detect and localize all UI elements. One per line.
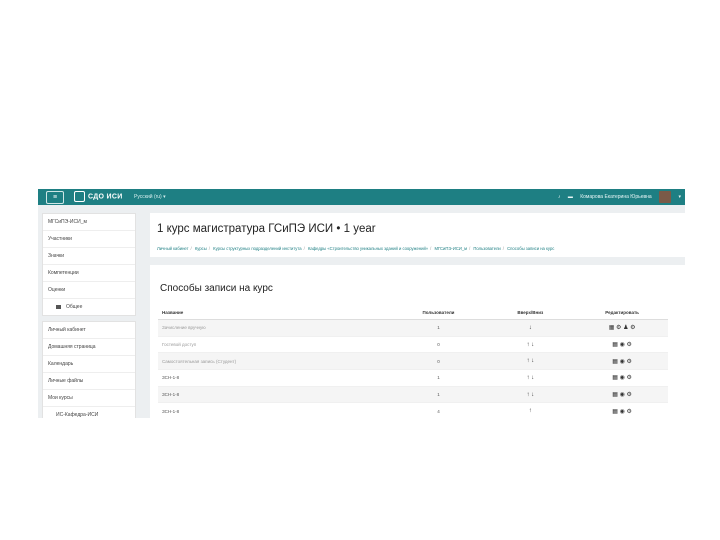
hamburger-icon[interactable]: ≡ — [46, 191, 64, 204]
sidebar: МГСиПЭ-ИСИ_м Участники Значки Компетенци… — [42, 213, 136, 418]
method-name: ЗСН-1-8 — [158, 369, 393, 387]
user-count: 1 — [392, 319, 485, 337]
user-count: 4 — [392, 402, 485, 418]
column-header-name: Название — [158, 305, 393, 320]
edit-actions-icons[interactable]: ▦ ◉ ⚙ — [576, 402, 668, 418]
folder-icon — [56, 304, 61, 309]
breadcrumb-item[interactable]: Способы записи на курс — [507, 246, 554, 251]
edit-actions-icons[interactable]: ▦ ◉ ⚙ — [576, 369, 668, 387]
bell-icon[interactable]: ♪ — [558, 194, 561, 200]
site-nav-block: Личный кабинет Домашняя страница Календа… — [42, 321, 136, 418]
table-row: Гостевой доступ 0 ↑ ↓ ▦ ◉ ⚙ — [158, 336, 668, 354]
method-name: Зачисление вручную — [158, 319, 393, 337]
sidebar-item-calendar[interactable]: Календарь — [43, 356, 135, 373]
chat-icon[interactable]: ▬ — [568, 194, 573, 200]
moodle-screenshot: ≡ СДО ИСИ Русский (ru) ▾ ♪ ▬ Комарова Ек… — [38, 189, 685, 418]
page-header: 1 курс магистратура ГСиПЭ ИСИ • 1 year Л… — [150, 213, 685, 257]
section-title: Способы записи на курс — [160, 283, 273, 294]
sidebar-item-course[interactable]: МГСиПЭ-ИСИ_м — [43, 214, 135, 231]
sidebar-item-badges[interactable]: Значки — [43, 248, 135, 265]
sidebar-item-general[interactable]: Общее — [43, 299, 135, 315]
logo-icon — [74, 191, 85, 202]
sidebar-item-competencies[interactable]: Компетенции — [43, 265, 135, 282]
breadcrumb-item[interactable]: Личный кабинет — [157, 246, 189, 251]
move-arrows-icon[interactable]: ↓ — [484, 319, 577, 337]
table-row: Зачисление вручную 1 ↓ ▦ ⚙ ♟ ⚙ — [158, 319, 668, 337]
sidebar-item-my-courses[interactable]: Мои курсы — [43, 390, 135, 407]
column-header-edit: Редактировать — [576, 305, 668, 320]
table-header-row: Название Пользователи Вверх/Вниз Редакти… — [158, 305, 668, 320]
method-name: Самостоятельная запись (Студент) — [158, 352, 393, 371]
page-title: 1 курс магистратура ГСиПЭ ИСИ • 1 year — [157, 223, 376, 235]
breadcrumb-item[interactable]: Курсы структурных подразделений институт… — [213, 246, 301, 251]
chevron-down-icon[interactable]: ▾ — [678, 194, 681, 200]
top-navbar: ≡ СДО ИСИ Русский (ru) ▾ ♪ ▬ Комарова Ек… — [38, 189, 685, 205]
user-area: ♪ ▬ Комарова Екатерина Юрьевна ▾ — [552, 190, 681, 204]
sidebar-item-home[interactable]: Домашняя страница — [43, 339, 135, 356]
method-name: ЗСН-1-8 — [158, 386, 393, 404]
table-row: ЗСН-1-8 4 ↑ ▦ ◉ ⚙ — [158, 402, 668, 418]
move-arrows-icon[interactable]: ↑ ↓ — [484, 386, 577, 404]
edit-actions-icons[interactable]: ▦ ⚙ ♟ ⚙ — [576, 319, 668, 337]
table-row: ЗСН-1-8 1 ↑ ↓ ▦ ◉ ⚙ — [158, 369, 668, 387]
user-name[interactable]: Комарова Екатерина Юрьевна — [580, 194, 651, 200]
language-menu[interactable]: Русский (ru) ▾ — [134, 192, 166, 202]
user-count: 1 — [392, 369, 485, 387]
method-name: ЗСН-1-8 — [158, 402, 393, 418]
sidebar-item-label: Общее — [66, 304, 83, 310]
logo-text: СДО ИСИ — [88, 193, 123, 201]
site-logo[interactable]: СДО ИСИ — [74, 191, 123, 202]
breadcrumb-item[interactable]: Пользователи — [473, 246, 500, 251]
edit-actions-icons[interactable]: ▦ ◉ ⚙ — [576, 352, 668, 371]
avatar[interactable] — [659, 190, 672, 203]
breadcrumb-item[interactable]: Кафедры «Строительство уникальных зданий… — [308, 246, 428, 251]
sidebar-item-course-link[interactable]: ИС-Кафедра-ИСИ — [43, 407, 135, 418]
edit-actions-icons[interactable]: ▦ ◉ ⚙ — [576, 386, 668, 404]
enrolment-table: Название Пользователи Вверх/Вниз Редакти… — [158, 305, 668, 418]
sidebar-item-participants[interactable]: Участники — [43, 231, 135, 248]
column-header-users: Пользователи — [392, 305, 485, 320]
user-count: 0 — [392, 352, 485, 371]
breadcrumb: Личный кабинет / Курсы / Курсы структурных… — [157, 246, 555, 251]
column-header-updown: Вверх/Вниз — [484, 305, 577, 320]
breadcrumb-item[interactable]: Курсы — [195, 246, 207, 251]
edit-actions-icons[interactable]: ▦ ◉ ⚙ — [576, 336, 668, 354]
user-count: 1 — [392, 386, 485, 404]
move-arrows-icon[interactable]: ↑ ↓ — [484, 352, 577, 371]
method-name: Гостевой доступ — [158, 336, 393, 354]
breadcrumb-item[interactable]: МГСиПЭ-ИСИ_м — [434, 246, 467, 251]
user-count: 0 — [392, 336, 485, 354]
move-arrows-icon[interactable]: ↑ — [484, 402, 577, 418]
move-arrows-icon[interactable]: ↑ ↓ — [484, 369, 577, 387]
course-nav-block: МГСиПЭ-ИСИ_м Участники Значки Компетенци… — [42, 213, 136, 316]
table-row: ЗСН-1-8 1 ↑ ↓ ▦ ◉ ⚙ — [158, 386, 668, 404]
move-arrows-icon[interactable]: ↑ ↓ — [484, 336, 577, 354]
sidebar-item-grades[interactable]: Оценки — [43, 282, 135, 299]
table-row: Самостоятельная запись (Студент) 0 ↑ ↓ ▦… — [158, 352, 668, 371]
enrolment-methods-card: Способы записи на курс Название Пользова… — [150, 265, 685, 418]
sidebar-item-private-files[interactable]: Личные файлы — [43, 373, 135, 390]
sidebar-item-dashboard[interactable]: Личный кабинет — [43, 322, 135, 339]
